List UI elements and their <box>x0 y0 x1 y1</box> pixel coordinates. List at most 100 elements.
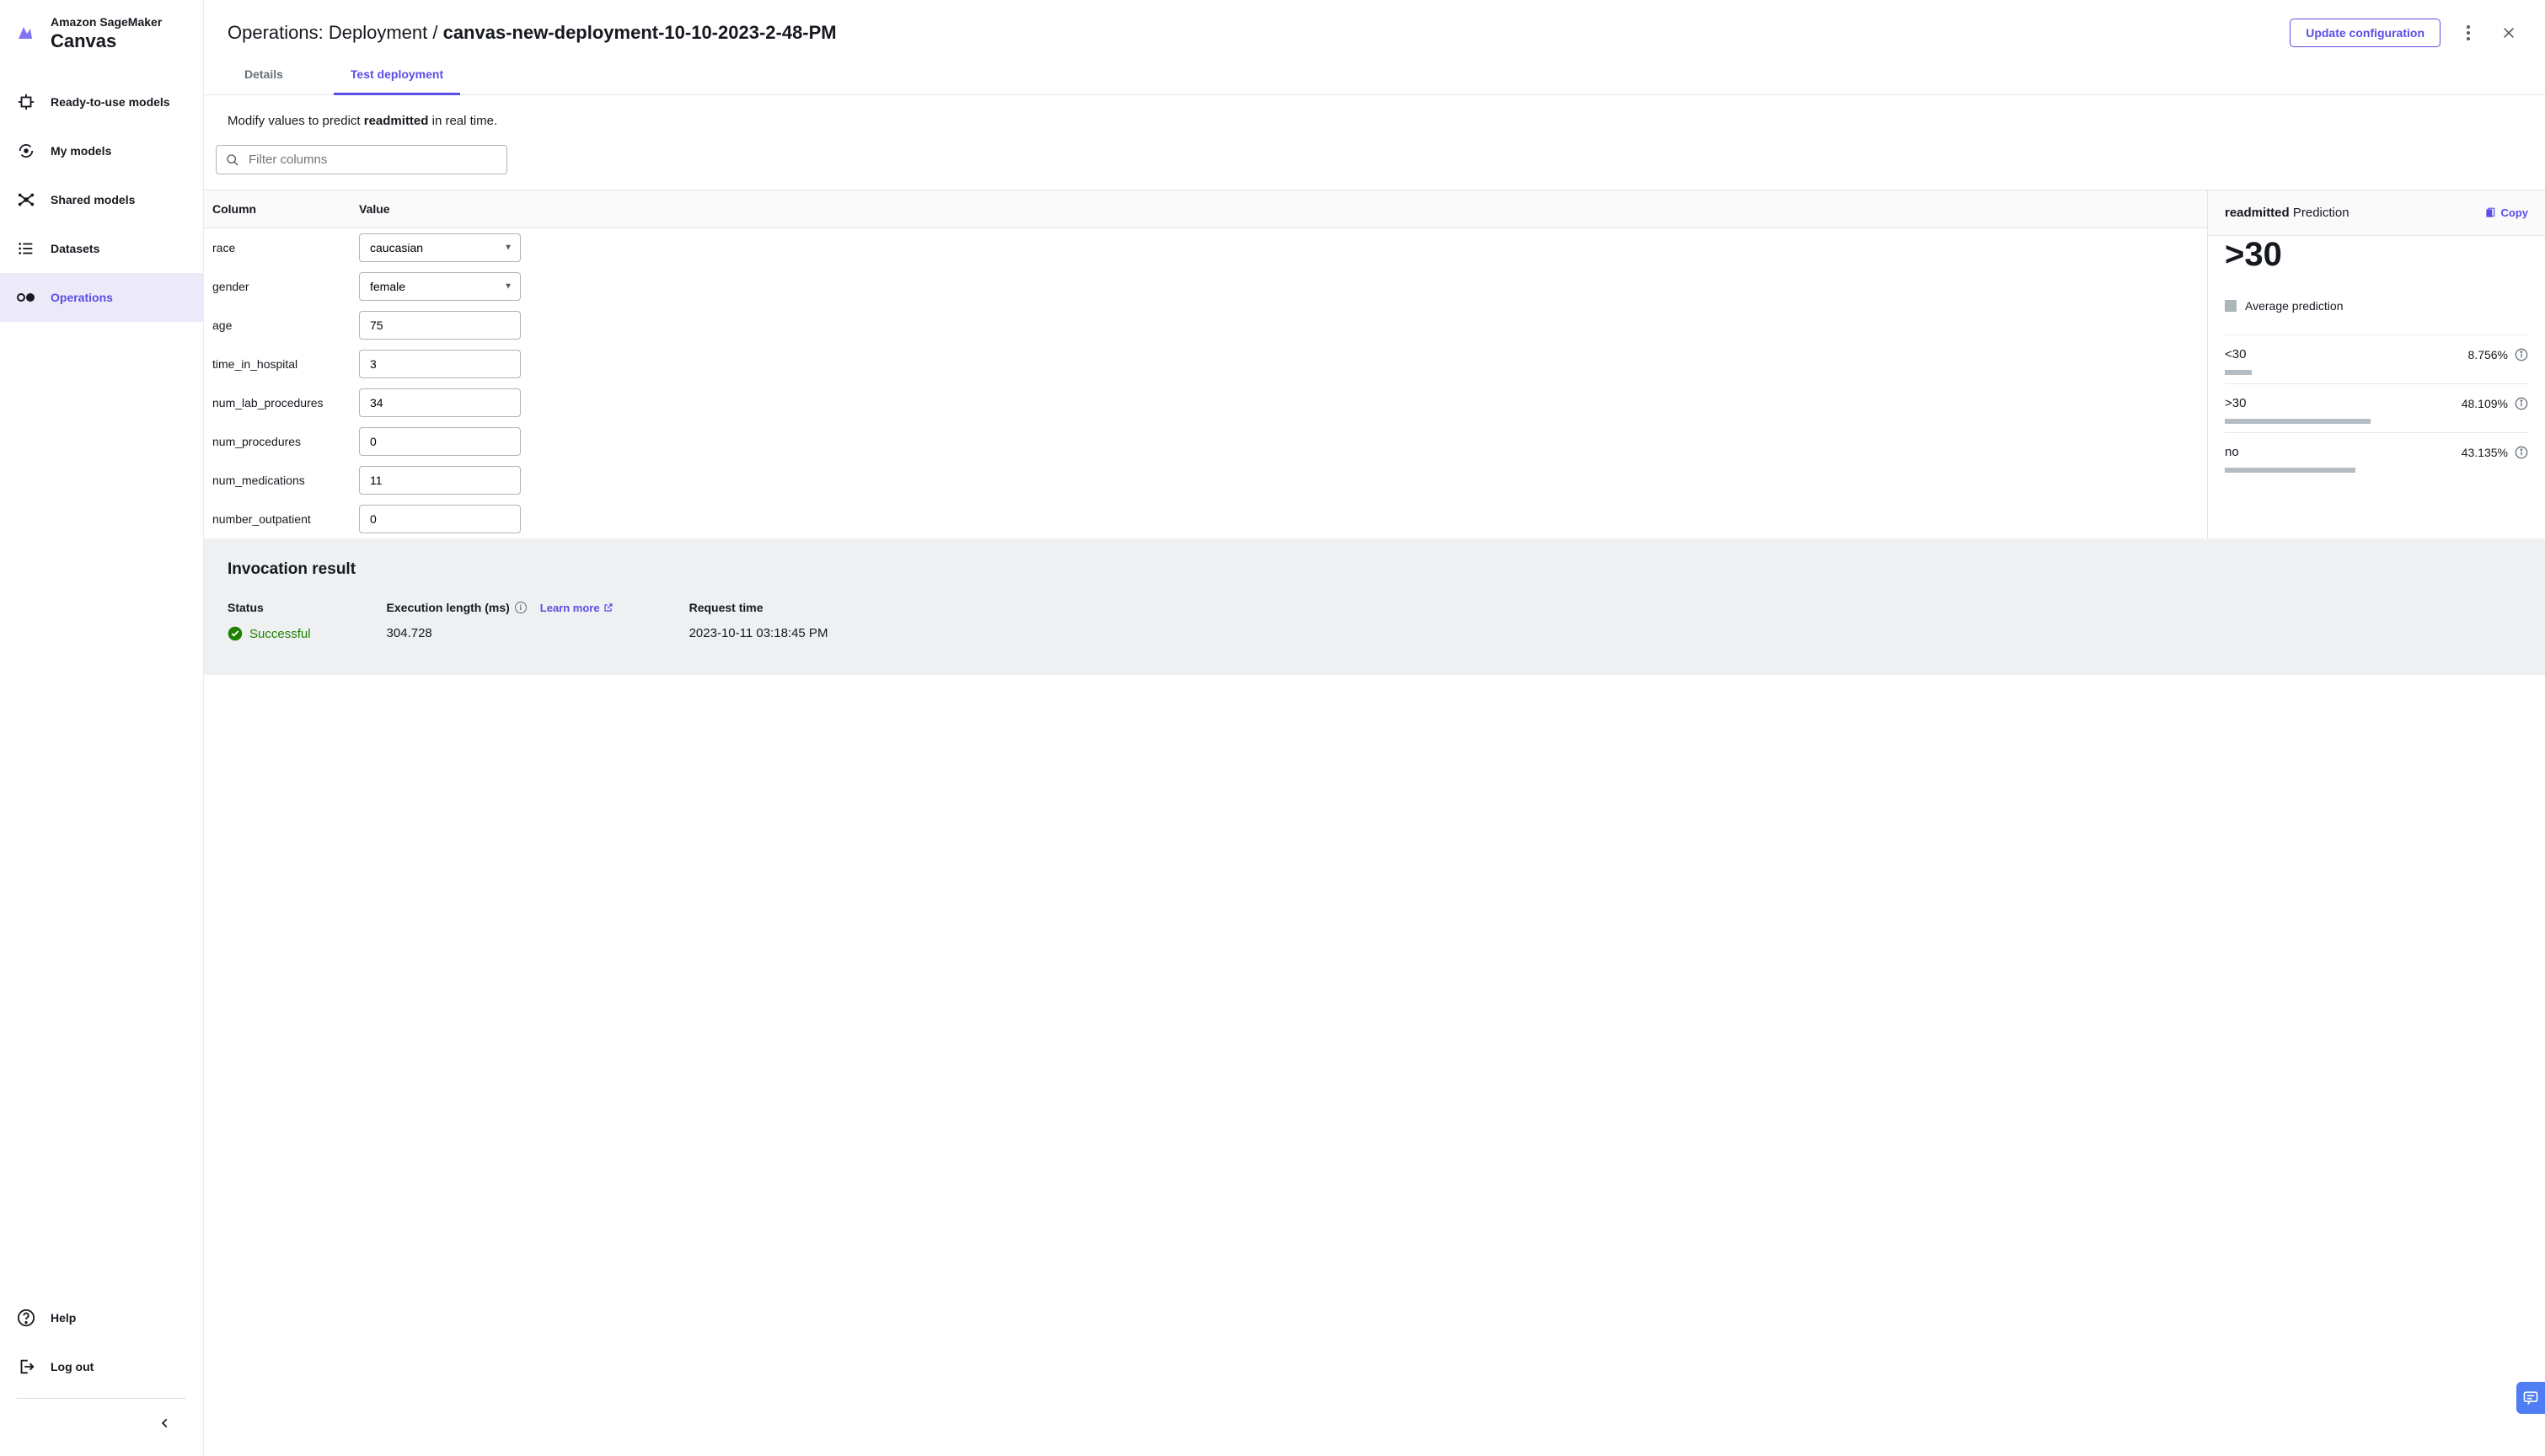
prediction-class-row: <308.756% <box>2225 335 2528 383</box>
learn-more-link[interactable]: Learn more <box>540 602 613 614</box>
invocation-status-value: Successful <box>228 626 311 641</box>
prediction-class-row: >3048.109% <box>2225 383 2528 432</box>
feature-select-gender[interactable] <box>359 272 521 301</box>
sidebar-item-help[interactable]: Help <box>0 1293 203 1342</box>
sidebar-item-ready-to-use-models[interactable]: Ready-to-use models <box>0 78 203 126</box>
canvas-logo-icon <box>15 24 35 44</box>
tabs: Details Test deployment <box>204 56 2545 95</box>
instruction-text: Modify values to predict readmitted in r… <box>204 95 2545 136</box>
exec-label-text: Execution length (ms) <box>387 601 510 614</box>
update-configuration-button[interactable]: Update configuration <box>2290 19 2441 47</box>
help-circle-icon <box>17 1309 35 1327</box>
logout-icon <box>17 1357 35 1376</box>
split-panel: Column Value race▼gender▼agetime_in_hosp… <box>204 190 2545 538</box>
feature-input-age[interactable] <box>359 311 521 340</box>
prediction-panel: readmitted Prediction Copy >30 Average p… <box>2208 190 2545 538</box>
feature-name: gender <box>212 280 359 293</box>
breadcrumb: Operations: Deployment / canvas-new-depl… <box>228 22 2274 44</box>
invocation-request-col: Request time 2023-10-11 03:18:45 PM <box>689 601 828 641</box>
feature-input-num_medications[interactable] <box>359 466 521 495</box>
feature-row: num_procedures <box>204 422 2207 461</box>
feature-value-cell: ▼ <box>359 272 521 301</box>
info-icon[interactable] <box>2515 446 2528 459</box>
prediction-class-pct: 8.756% <box>2468 348 2508 361</box>
breadcrumb-prefix: Operations: Deployment / <box>228 22 443 43</box>
invocation-request-value: 2023-10-11 03:18:45 PM <box>689 626 828 640</box>
feature-name: num_medications <box>212 474 359 487</box>
feature-row: num_medications <box>204 461 2207 500</box>
tab-details[interactable]: Details <box>228 56 300 95</box>
feature-table-body: race▼gender▼agetime_in_hospitalnum_lab_p… <box>204 228 2207 538</box>
feature-name: race <box>212 241 359 254</box>
collapse-sidebar-button[interactable] <box>153 1410 178 1436</box>
table-header-column: Column <box>204 190 351 228</box>
prediction-title-bold: readmitted <box>2225 206 2290 220</box>
feature-value-cell: ▼ <box>359 233 521 262</box>
feature-input-num_lab_procedures[interactable] <box>359 388 521 417</box>
brand-main: Canvas <box>51 30 186 52</box>
table-header-value: Value <box>351 190 2207 228</box>
sidebar-item-shared-models[interactable]: Shared models <box>0 175 203 224</box>
legend-label: Average prediction <box>2245 299 2343 313</box>
tab-test-deployment[interactable]: Test deployment <box>334 56 460 95</box>
filter-columns-input[interactable] <box>216 145 507 174</box>
topbar: Operations: Deployment / canvas-new-depl… <box>204 0 2545 56</box>
feature-select-race[interactable] <box>359 233 521 262</box>
legend-swatch-icon <box>2225 300 2237 312</box>
check-circle-icon <box>228 626 243 641</box>
invocation-grid: Status Successful Execution length (ms) … <box>228 601 2521 641</box>
prediction-bar <box>2225 468 2355 473</box>
external-link-icon <box>603 602 613 613</box>
feature-value-cell <box>359 311 521 340</box>
invocation-request-label: Request time <box>689 601 828 614</box>
copy-prediction-button[interactable]: Copy <box>2484 206 2529 219</box>
feature-table-header: Column Value <box>204 190 2207 228</box>
feature-input-time_in_hospital[interactable] <box>359 350 521 378</box>
feature-name: number_outpatient <box>212 512 359 526</box>
brand-top: Amazon SageMaker <box>51 15 186 29</box>
feature-input-number_outpatient[interactable] <box>359 505 521 533</box>
feature-row: age <box>204 306 2207 345</box>
copy-icon <box>2484 207 2496 219</box>
info-icon[interactable] <box>2515 397 2528 410</box>
feature-input-num_procedures[interactable] <box>359 427 521 456</box>
prediction-class-pct: 48.109% <box>2462 397 2508 410</box>
sidebar-item-datasets[interactable]: Datasets <box>0 224 203 273</box>
sidebar-item-logout[interactable]: Log out <box>0 1342 203 1391</box>
instruction-prefix: Modify values to predict <box>228 114 364 128</box>
prediction-class-label: <30 <box>2225 347 2468 361</box>
chat-icon <box>2522 1389 2539 1406</box>
sidebar: Amazon SageMaker Canvas Ready-to-use mod… <box>0 0 204 1456</box>
close-button[interactable] <box>2496 20 2521 46</box>
sidebar-item-my-models[interactable]: My models <box>0 126 203 175</box>
kebab-menu-button[interactable] <box>2456 20 2481 46</box>
sidebar-item-label: Operations <box>51 291 113 304</box>
invocation-exec-col: Execution length (ms) i Learn more 304.7… <box>387 601 613 641</box>
sidebar-item-operations[interactable]: Operations <box>0 273 203 322</box>
prediction-class-row: no43.135% <box>2225 432 2528 481</box>
prediction-value: >30 <box>2208 236 2545 296</box>
feature-row: race▼ <box>204 228 2207 267</box>
cycle-icon <box>17 142 35 160</box>
feature-row: time_in_hospital <box>204 345 2207 383</box>
feature-table: Column Value race▼gender▼agetime_in_hosp… <box>204 190 2208 538</box>
sidebar-item-label: Shared models <box>51 193 135 206</box>
deployment-name: canvas-new-deployment-10-10-2023-2-48-PM <box>443 22 837 43</box>
invocation-exec-label: Execution length (ms) i Learn more <box>387 601 613 614</box>
prediction-class-label: no <box>2225 445 2462 459</box>
share-nodes-icon <box>17 190 35 209</box>
sidebar-bottom: Help Log out <box>0 1293 203 1456</box>
filter-columns-wrap <box>204 136 2545 190</box>
chat-fab-button[interactable] <box>2516 1382 2545 1414</box>
info-icon[interactable] <box>2515 348 2528 361</box>
invocation-result: Invocation result Status Successful Exec… <box>204 538 2545 675</box>
feature-name: num_lab_procedures <box>212 396 359 410</box>
feature-value-cell <box>359 427 521 456</box>
feature-row: gender▼ <box>204 267 2207 306</box>
feature-name: age <box>212 318 359 332</box>
feature-row: num_lab_procedures <box>204 383 2207 422</box>
sidebar-header: Amazon SageMaker Canvas <box>0 0 203 61</box>
invocation-status-col: Status Successful <box>228 601 311 641</box>
invocation-exec-value: 304.728 <box>387 626 613 640</box>
info-icon[interactable]: i <box>515 602 527 613</box>
